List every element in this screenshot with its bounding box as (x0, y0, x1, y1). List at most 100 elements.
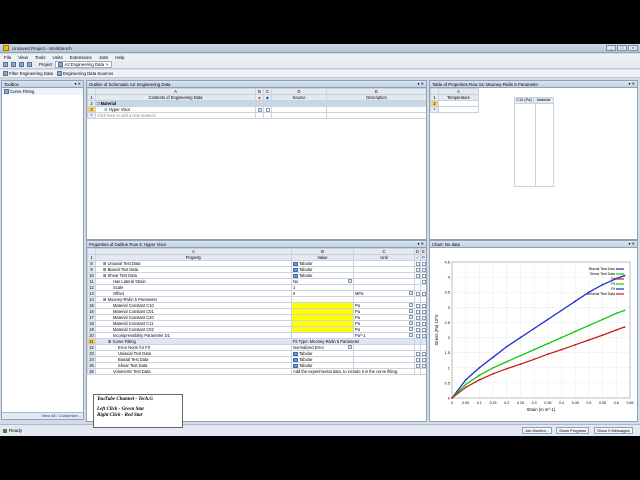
y-tick-label: 0 (448, 396, 451, 401)
property-name: Scale (113, 285, 124, 290)
property-checkbox-cell[interactable] (414, 350, 421, 357)
show-progress-button[interactable]: Show Progress (556, 427, 590, 434)
tab-close-icon[interactable]: × (106, 62, 109, 67)
property-parameter-cell[interactable] (420, 302, 426, 309)
dropdown-arrow-icon[interactable] (409, 333, 413, 337)
data-point (519, 363, 522, 366)
save-icon[interactable] (19, 62, 24, 67)
data-point (533, 358, 536, 361)
menu-units[interactable]: Units (52, 55, 62, 60)
y-tick-label: 0.5 (444, 380, 450, 385)
dropdown-arrow-icon[interactable] (409, 291, 413, 295)
y-tick-label: 2.5 (444, 320, 450, 325)
menu-bar: File View Tools Units Extensions Jobs He… (0, 54, 640, 61)
table-row[interactable]: * (430, 106, 479, 113)
workbench-window: Unsaved Project - Workbench _ □ × File V… (0, 44, 640, 436)
open-icon[interactable] (11, 62, 16, 67)
pin-icon[interactable]: ▾ ✕ (629, 81, 635, 86)
pin-icon[interactable]: ▾ ✕ (418, 241, 424, 246)
property-value: 0 (293, 291, 296, 296)
save-as-icon[interactable] (27, 62, 32, 67)
dropdown-arrow-icon[interactable] (409, 327, 413, 331)
property-value: Fit Type: Mooney-Rivlin 5 Parameter (293, 339, 360, 344)
pin-icon[interactable]: ▾ ✕ (75, 81, 81, 86)
x-tick-label: 0.65 (627, 401, 634, 405)
dropdown-arrow-icon[interactable] (409, 309, 413, 313)
maximize-button[interactable]: □ (617, 45, 627, 51)
property-checkbox-cell[interactable] (414, 314, 421, 321)
x-tick-label: 0.55 (599, 401, 606, 405)
close-button[interactable]: × (628, 45, 638, 51)
pin-icon[interactable]: ▾ ✕ (418, 81, 424, 86)
property-parameter-cell[interactable] (420, 368, 426, 375)
property-parameter-cell[interactable] (420, 332, 426, 339)
property-parameter-cell[interactable] (420, 320, 426, 327)
chart-header: Chart: No data ▾ ✕ (430, 241, 637, 248)
property-name: Offset (113, 291, 124, 296)
menu-view[interactable]: View (18, 55, 28, 60)
menu-jobs[interactable]: Jobs (99, 55, 109, 60)
property-value-cell[interactable]: Add the experimental data, to include it… (291, 368, 415, 375)
x-tick-label: 0.2 (504, 401, 509, 405)
property-parameter-cell[interactable] (420, 290, 426, 297)
menu-help[interactable]: Help (115, 55, 124, 60)
property-checkbox-cell[interactable] (414, 302, 421, 309)
table-row[interactable]: * Click here to add a new material (87, 112, 426, 119)
property-checkbox-cell[interactable] (414, 272, 421, 279)
x-tick-label: 0.25 (517, 401, 524, 405)
property-name: Uniaxial Test Data (118, 351, 151, 356)
checkbox-icon (416, 357, 420, 362)
pin-icon[interactable]: ▾ ✕ (629, 241, 635, 246)
show-messages-button[interactable]: Show 0 Messages (594, 427, 633, 434)
property-parameter-cell[interactable] (420, 260, 426, 267)
property-checkbox-cell[interactable] (414, 332, 421, 339)
data-point (533, 327, 536, 330)
chart-panel: Chart: No data ▾ ✕ 0 0.5 1 1.5 2 2.5 3 3.5 4 4.5 0… (429, 240, 638, 422)
filter-engineering-data-button[interactable]: Filter Engineering Data (3, 71, 53, 76)
property-checkbox-cell[interactable] (414, 320, 421, 327)
property-checkbox-cell[interactable] (414, 260, 421, 267)
job-monitor-button[interactable]: Job Monitor... (522, 427, 553, 434)
tab-engineering-data[interactable]: A2:Engineering Data × (55, 61, 112, 68)
property-checkbox-cell[interactable] (414, 266, 421, 273)
dropdown-arrow-icon[interactable] (409, 315, 413, 319)
new-icon[interactable] (3, 62, 8, 67)
property-parameter-cell[interactable] (420, 278, 426, 285)
y-axis-label: Stress (Pa) 10^6 (434, 314, 439, 346)
minimize-button[interactable]: _ (606, 45, 616, 51)
property-parameter-cell[interactable] (420, 356, 426, 363)
property-value: 1 (293, 285, 296, 290)
add-material-field[interactable]: Click here to add a new material (95, 112, 256, 119)
dropdown-arrow-icon[interactable] (348, 345, 352, 349)
cell (271, 112, 327, 119)
view-all-customize-link[interactable]: View All / Customize... (42, 413, 82, 418)
dropdown-arrow-icon[interactable] (409, 303, 413, 307)
table-row[interactable]: 26 Volumetric Test Data Add the experiment… (87, 368, 426, 375)
property-parameter-cell[interactable] (420, 272, 426, 279)
tab-project[interactable]: Project (39, 62, 52, 67)
property-parameter-cell[interactable] (420, 314, 426, 321)
checkbox-icon (416, 303, 420, 308)
dropdown-arrow-icon[interactable] (409, 321, 413, 325)
dropdown-arrow-icon[interactable] (348, 279, 352, 283)
property-checkbox-cell[interactable] (414, 290, 421, 297)
property-parameter-cell[interactable] (420, 350, 426, 357)
data-point (615, 329, 618, 331)
data-point (519, 354, 522, 357)
property-parameter-cell[interactable] (420, 308, 426, 315)
temperature-cell[interactable] (438, 106, 479, 113)
property-checkbox-cell[interactable] (414, 362, 421, 369)
menu-extensions[interactable]: Extensions (70, 55, 92, 60)
property-parameter-cell[interactable] (420, 326, 426, 333)
property-parameter-cell[interactable] (420, 362, 426, 369)
property-name-cell[interactable]: Volumetric Test Data (95, 368, 292, 375)
engineering-data-sources-button[interactable]: Engineering Data Sources (56, 71, 113, 76)
property-checkbox-cell[interactable] (414, 356, 421, 363)
toolbox-item-curve-fitting[interactable]: Curve Fitting (2, 88, 83, 95)
menu-tools[interactable]: Tools (35, 55, 46, 60)
property-parameter-cell[interactable] (420, 266, 426, 273)
property-checkbox-cell[interactable] (414, 326, 421, 333)
menu-file[interactable]: File (4, 55, 11, 60)
property-checkbox-cell[interactable] (414, 308, 421, 315)
data-point (546, 342, 549, 345)
